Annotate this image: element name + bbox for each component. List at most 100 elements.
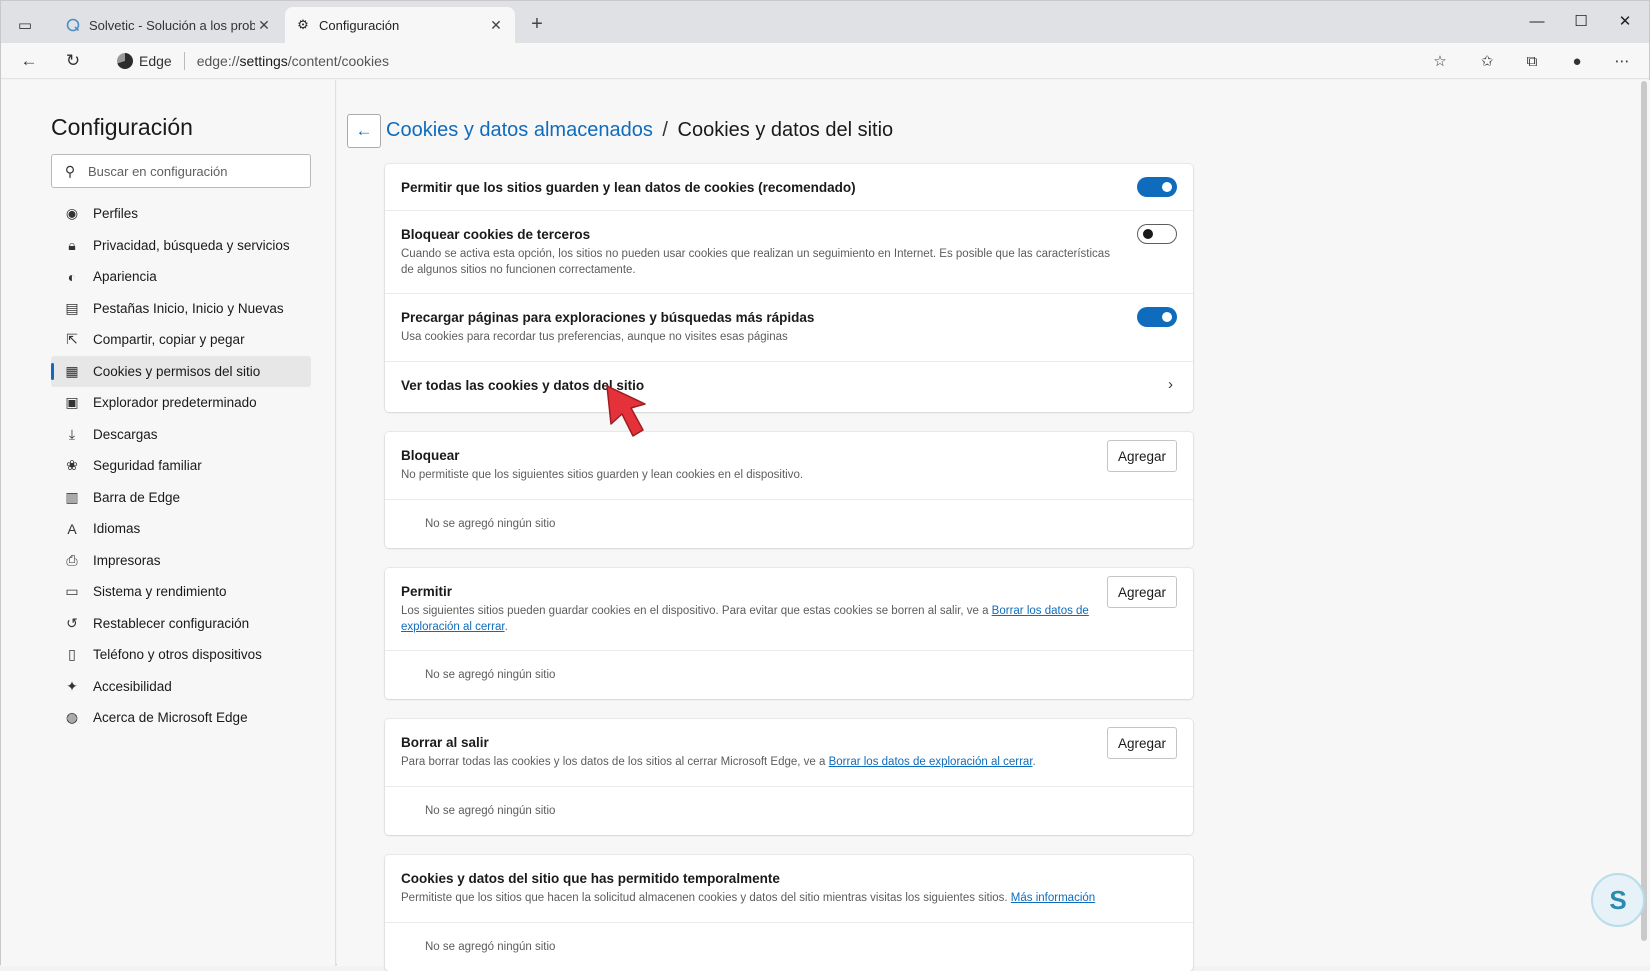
sidebar-item-idiomas[interactable]: A Idiomas (51, 513, 311, 545)
allow-header-row: Permitir Los siguientes sitios pueden gu… (385, 568, 1193, 651)
back-arrow-icon[interactable]: ← (15, 47, 43, 75)
settings-sidebar: Configuración ⚲ Buscar en configuración … (1, 80, 336, 966)
sidebar-item-label: Seguridad familiar (93, 458, 202, 474)
allow-desc-text: Los siguientes sitios pueden guardar coo… (401, 605, 992, 617)
title-bar: ▭ Solvetic - Solución a los problem ✕ ⚙ … (1, 1, 1649, 43)
printer-icon: ⎙ (66, 551, 78, 568)
sidebar-item-label: Cookies y permisos del sitio (93, 363, 261, 379)
tab-configuracion[interactable]: ⚙ Configuración ✕ (285, 7, 515, 43)
see-all-cookies-title: Ver todas las cookies y datos del sitio (401, 378, 645, 393)
allow-add-button[interactable]: Agregar (1107, 576, 1177, 608)
sidebar-list: ◉ Perfiles 🔒︎ Privacidad, búsqueda y servi… (51, 198, 311, 734)
allow-cookies-row: Permitir que los sitios guarden y lean d… (385, 164, 1193, 211)
sidebar-item-descargas[interactable]: ⤓ Descargas (51, 419, 311, 451)
allow-empty-text: No se agregó ningún sitio (425, 669, 556, 681)
see-all-cookies-row[interactable]: Ver todas las cookies y datos del sitio … (385, 362, 1193, 411)
sidebar-item-accesibilidad[interactable]: ✦ Accesibilidad (51, 671, 311, 703)
edge-bar-icon: ▥ (65, 488, 79, 505)
sidebar-item-label: Pestañas Inicio, Inicio y Nuevas (93, 300, 284, 316)
minimize-icon[interactable]: — (1515, 9, 1559, 35)
system-icon: ▭ (65, 583, 79, 600)
profile-avatar-icon[interactable]: ● (1563, 47, 1591, 75)
clear-on-exit-header-row: Borrar al salir Para borrar todas las co… (385, 719, 1193, 787)
temporary-header-row: Cookies y datos del sitio que has permit… (385, 855, 1193, 923)
language-icon: A (67, 520, 77, 537)
default-browser-icon: ▣ (65, 394, 79, 411)
clear-on-exit-card: Borrar al salir Para borrar todas las co… (385, 719, 1193, 835)
preload-toggle[interactable] (1137, 307, 1177, 327)
search-icon: ⚲ (64, 162, 76, 179)
new-tab-icon[interactable]: + (526, 13, 548, 36)
refresh-icon[interactable]: ↻ (59, 47, 87, 75)
chevron-right-icon: › (1168, 376, 1173, 393)
sidebar-item-impresoras[interactable]: ⎙ Impresoras (51, 545, 311, 577)
solvetic-favicon-icon (65, 17, 81, 33)
clear-on-close-link[interactable]: Borrar los datos de exploración al cerra… (829, 756, 1033, 768)
favorites-icon[interactable]: ✩ (1473, 47, 1501, 75)
sidebar-item-pestanas[interactable]: ▤ Pestañas Inicio, Inicio y Nuevas (51, 293, 311, 325)
clear-on-exit-desc-text: Para borrar todas las cookies y los dato… (401, 756, 829, 768)
scrollbar[interactable] (1641, 81, 1647, 941)
more-info-link[interactable]: Más información (1011, 892, 1095, 904)
settings-main: ← Cookies y datos almacenados / Cookies … (337, 80, 1650, 971)
block-add-button[interactable]: Agregar (1107, 440, 1177, 472)
sidebar-item-explorador[interactable]: ▣ Explorador predeterminado (51, 387, 311, 419)
search-input[interactable]: ⚲ Buscar en configuración (51, 154, 311, 188)
add-favorite-icon[interactable]: ☆ (1426, 47, 1454, 75)
address-bar[interactable]: Edge edge://settings/content/cookies (101, 46, 1441, 76)
sidebar-item-label: Privacidad, búsqueda y servicios (93, 237, 290, 253)
block-third-party-toggle[interactable] (1137, 224, 1177, 244)
sidebar-item-telefono[interactable]: ▯ Teléfono y otros dispositivos (51, 639, 311, 671)
sidebar-item-apariencia[interactable]: ◐ Apariencia (51, 261, 311, 293)
tab-close-icon[interactable]: ✕ (487, 17, 505, 34)
sidebar-item-label: Barra de Edge (93, 489, 181, 505)
family-icon: ❀ (66, 457, 78, 474)
close-window-icon[interactable]: ✕ (1603, 9, 1647, 35)
sidebar-item-barra[interactable]: ▥ Barra de Edge (51, 482, 311, 514)
maximize-icon[interactable]: ☐ (1559, 9, 1603, 35)
collections-icon[interactable]: ⧉ (1518, 47, 1546, 75)
allow-empty-row: No se agregó ningún sitio (385, 651, 1193, 699)
breadcrumb-separator: / (662, 119, 668, 141)
url-host: settings (239, 53, 288, 69)
annotation-arrow-icon (606, 385, 646, 437)
clear-on-exit-add-button[interactable]: Agregar (1107, 727, 1177, 759)
tabs-icon: ▤ (65, 299, 79, 316)
accessibility-icon: ✦ (66, 677, 78, 694)
sidebar-item-seguridad[interactable]: ❀ Seguridad familiar (51, 450, 311, 482)
edge-logo-icon (117, 53, 133, 69)
sidebar-item-perfiles[interactable]: ◉ Perfiles (51, 198, 311, 230)
breadcrumb-link[interactable]: Cookies y datos almacenados (386, 119, 653, 141)
breadcrumb: Cookies y datos almacenados / Cookies y … (386, 119, 893, 142)
temporary-allowed-card: Cookies y datos del sitio que has permit… (385, 855, 1193, 971)
tab-close-icon[interactable]: ✕ (255, 17, 273, 34)
sidebar-item-acerca[interactable]: ◍ Acerca de Microsoft Edge (51, 702, 311, 734)
toolbar: ← ↻ Edge edge://settings/content/cookies… (1, 43, 1649, 79)
url-path: /content/cookies (287, 53, 389, 69)
sidebar-item-label: Acerca de Microsoft Edge (93, 710, 248, 726)
sidebar-item-privacidad[interactable]: 🔒︎ Privacidad, búsqueda y servicios (51, 230, 311, 262)
sidebar-item-compartir[interactable]: ⇱ Compartir, copiar y pegar (51, 324, 311, 356)
sidebar-item-sistema[interactable]: ▭ Sistema y rendimiento (51, 576, 311, 608)
sidebar-item-label: Descargas (93, 426, 158, 442)
tab-actions-icon[interactable]: ▭ (11, 11, 39, 39)
allow-desc-end: . (504, 621, 508, 633)
tab-solvetic[interactable]: Solvetic - Solución a los problem ✕ (55, 7, 283, 43)
gear-icon: ⚙ (297, 17, 309, 32)
sidebar-item-cookies[interactable]: ▦ Cookies y permisos del sitio (51, 355, 311, 387)
preload-title: Precargar páginas para exploraciones y b… (401, 310, 815, 325)
more-menu-icon[interactable]: ⋯ (1608, 47, 1636, 75)
preload-row: Precargar páginas para exploraciones y b… (385, 294, 1193, 362)
back-button[interactable]: ← (347, 114, 381, 148)
block-header-row: Bloquear No permitiste que los siguiente… (385, 432, 1193, 500)
sidebar-item-restablecer[interactable]: ↺ Restablecer configuración (51, 608, 311, 640)
tab-title: Solvetic - Solución a los problem (89, 17, 255, 33)
tab-title: Configuración (319, 17, 400, 33)
lock-icon: 🔒︎ (68, 236, 76, 253)
share-icon: ⇱ (66, 331, 78, 348)
edge-logo-icon: ◍ (65, 709, 79, 726)
block-third-party-row: Bloquear cookies de terceros Cuando se a… (385, 211, 1193, 294)
block-third-party-desc: Cuando se activa esta opción, los sitios… (401, 248, 1110, 276)
solvetic-watermark-logo: S (1591, 873, 1645, 927)
allow-cookies-toggle[interactable] (1137, 177, 1177, 197)
